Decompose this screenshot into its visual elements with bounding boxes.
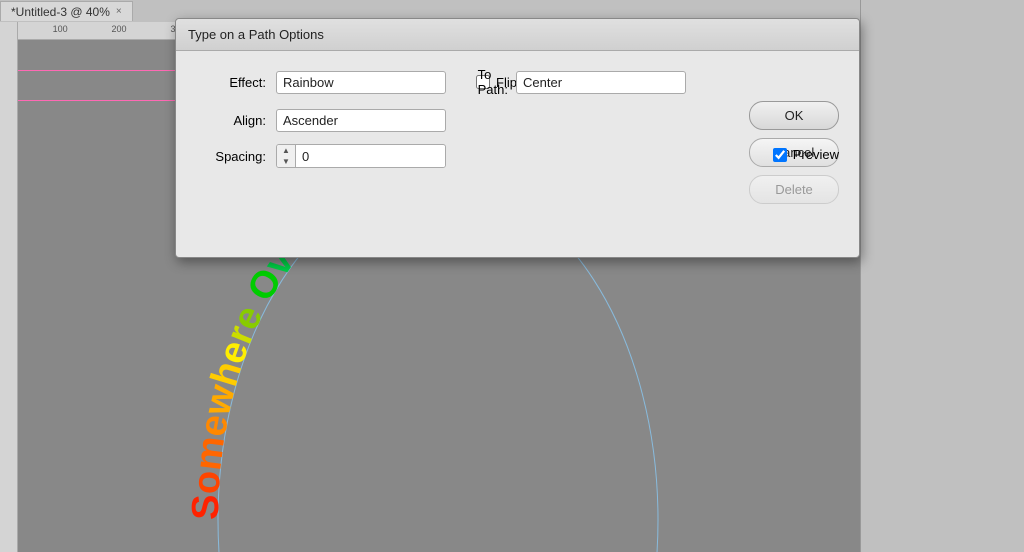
effect-select-cell: Rainbow Skew 3D Ribbon Stair Step Gravit…: [276, 71, 456, 94]
dialog-title-bar: Type on a Path Options: [176, 19, 859, 51]
spacing-label-cell: Spacing:: [196, 149, 276, 164]
align-select-wrapper: Ascender Descender Center Baseline Em Bo…: [276, 109, 446, 132]
to-path-select[interactable]: Top Center Bottom: [516, 71, 686, 94]
align-select-cell: Ascender Descender Center Baseline Em Bo…: [276, 109, 456, 132]
effect-select-wrapper: Rainbow Skew 3D Ribbon Stair Step Gravit…: [276, 71, 446, 94]
type-on-path-dialog: Type on a Path Options Effect: Rainbow S…: [175, 18, 860, 258]
spin-down-button[interactable]: ▼: [277, 156, 295, 167]
to-path-label: To Path:: [478, 67, 508, 97]
dialog-overlay: Type on a Path Options Effect: Rainbow S…: [175, 0, 865, 260]
spacing-input-cell: ▲ ▼ ▼: [276, 144, 456, 168]
dialog-title: Type on a Path Options: [188, 27, 324, 42]
align-select[interactable]: Ascender Descender Center Baseline Em Bo…: [276, 109, 446, 132]
tab-close-button[interactable]: ×: [116, 6, 122, 17]
delete-button: Delete: [749, 175, 839, 204]
to-path-label-cell: To Path: Top Center Bottom: [516, 67, 696, 97]
spin-up-button[interactable]: ▲: [277, 145, 295, 156]
effect-select[interactable]: Rainbow Skew 3D Ribbon Stair Step Gravit…: [276, 71, 446, 94]
dialog-form: Effect: Rainbow Skew 3D Ribbon Stair Ste…: [176, 51, 859, 178]
spacing-input[interactable]: [296, 146, 446, 167]
align-label: Align:: [233, 113, 266, 128]
effect-label: Effect:: [229, 75, 266, 90]
preview-row: Preview: [773, 147, 839, 162]
tab-title: *Untitled-3 @ 40%: [11, 5, 110, 19]
to-path-select-wrapper: Top Center Bottom: [516, 71, 686, 94]
vertical-ruler: [0, 22, 18, 552]
document-tab[interactable]: *Untitled-3 @ 40% ×: [0, 1, 133, 21]
spacing-label: Spacing:: [215, 149, 266, 164]
align-label-cell: Align:: [196, 113, 276, 128]
spin-buttons: ▲ ▼: [277, 145, 296, 167]
effect-label-cell: Effect:: [196, 75, 276, 90]
right-panel: [860, 0, 1024, 552]
ok-button[interactable]: OK: [749, 101, 839, 130]
preview-label: Preview: [793, 147, 839, 162]
spacing-input-wrapper: ▲ ▼ ▼: [276, 144, 446, 168]
form-grid: Effect: Rainbow Skew 3D Ribbon Stair Ste…: [196, 67, 839, 168]
preview-checkbox[interactable]: [773, 148, 787, 162]
